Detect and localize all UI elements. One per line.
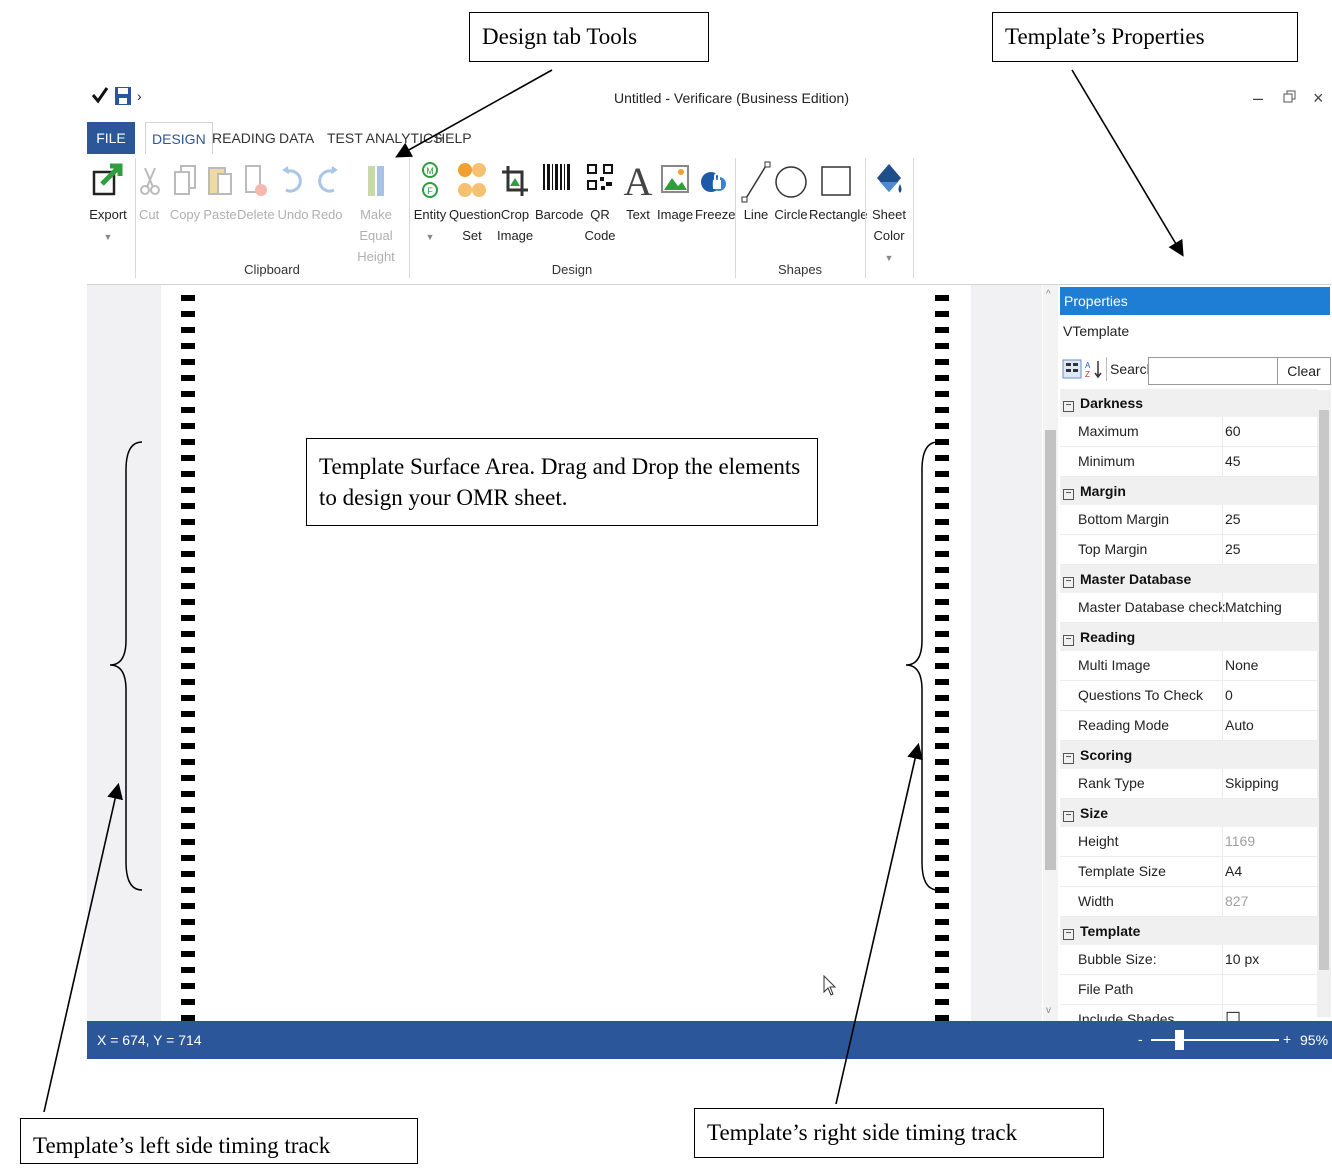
annotation-arrows [43,69,1184,1113]
design-tab-tools-callout: Design tab Tools [469,12,709,62]
right-track-callout: Template’s right side timing track [694,1108,1104,1158]
template-properties-callout: Template’s Properties [992,12,1298,62]
left-track-callout: Template’s left side timing track [20,1118,418,1164]
surface-area-callout: Template Surface Area. Drag and Drop the… [306,438,818,526]
